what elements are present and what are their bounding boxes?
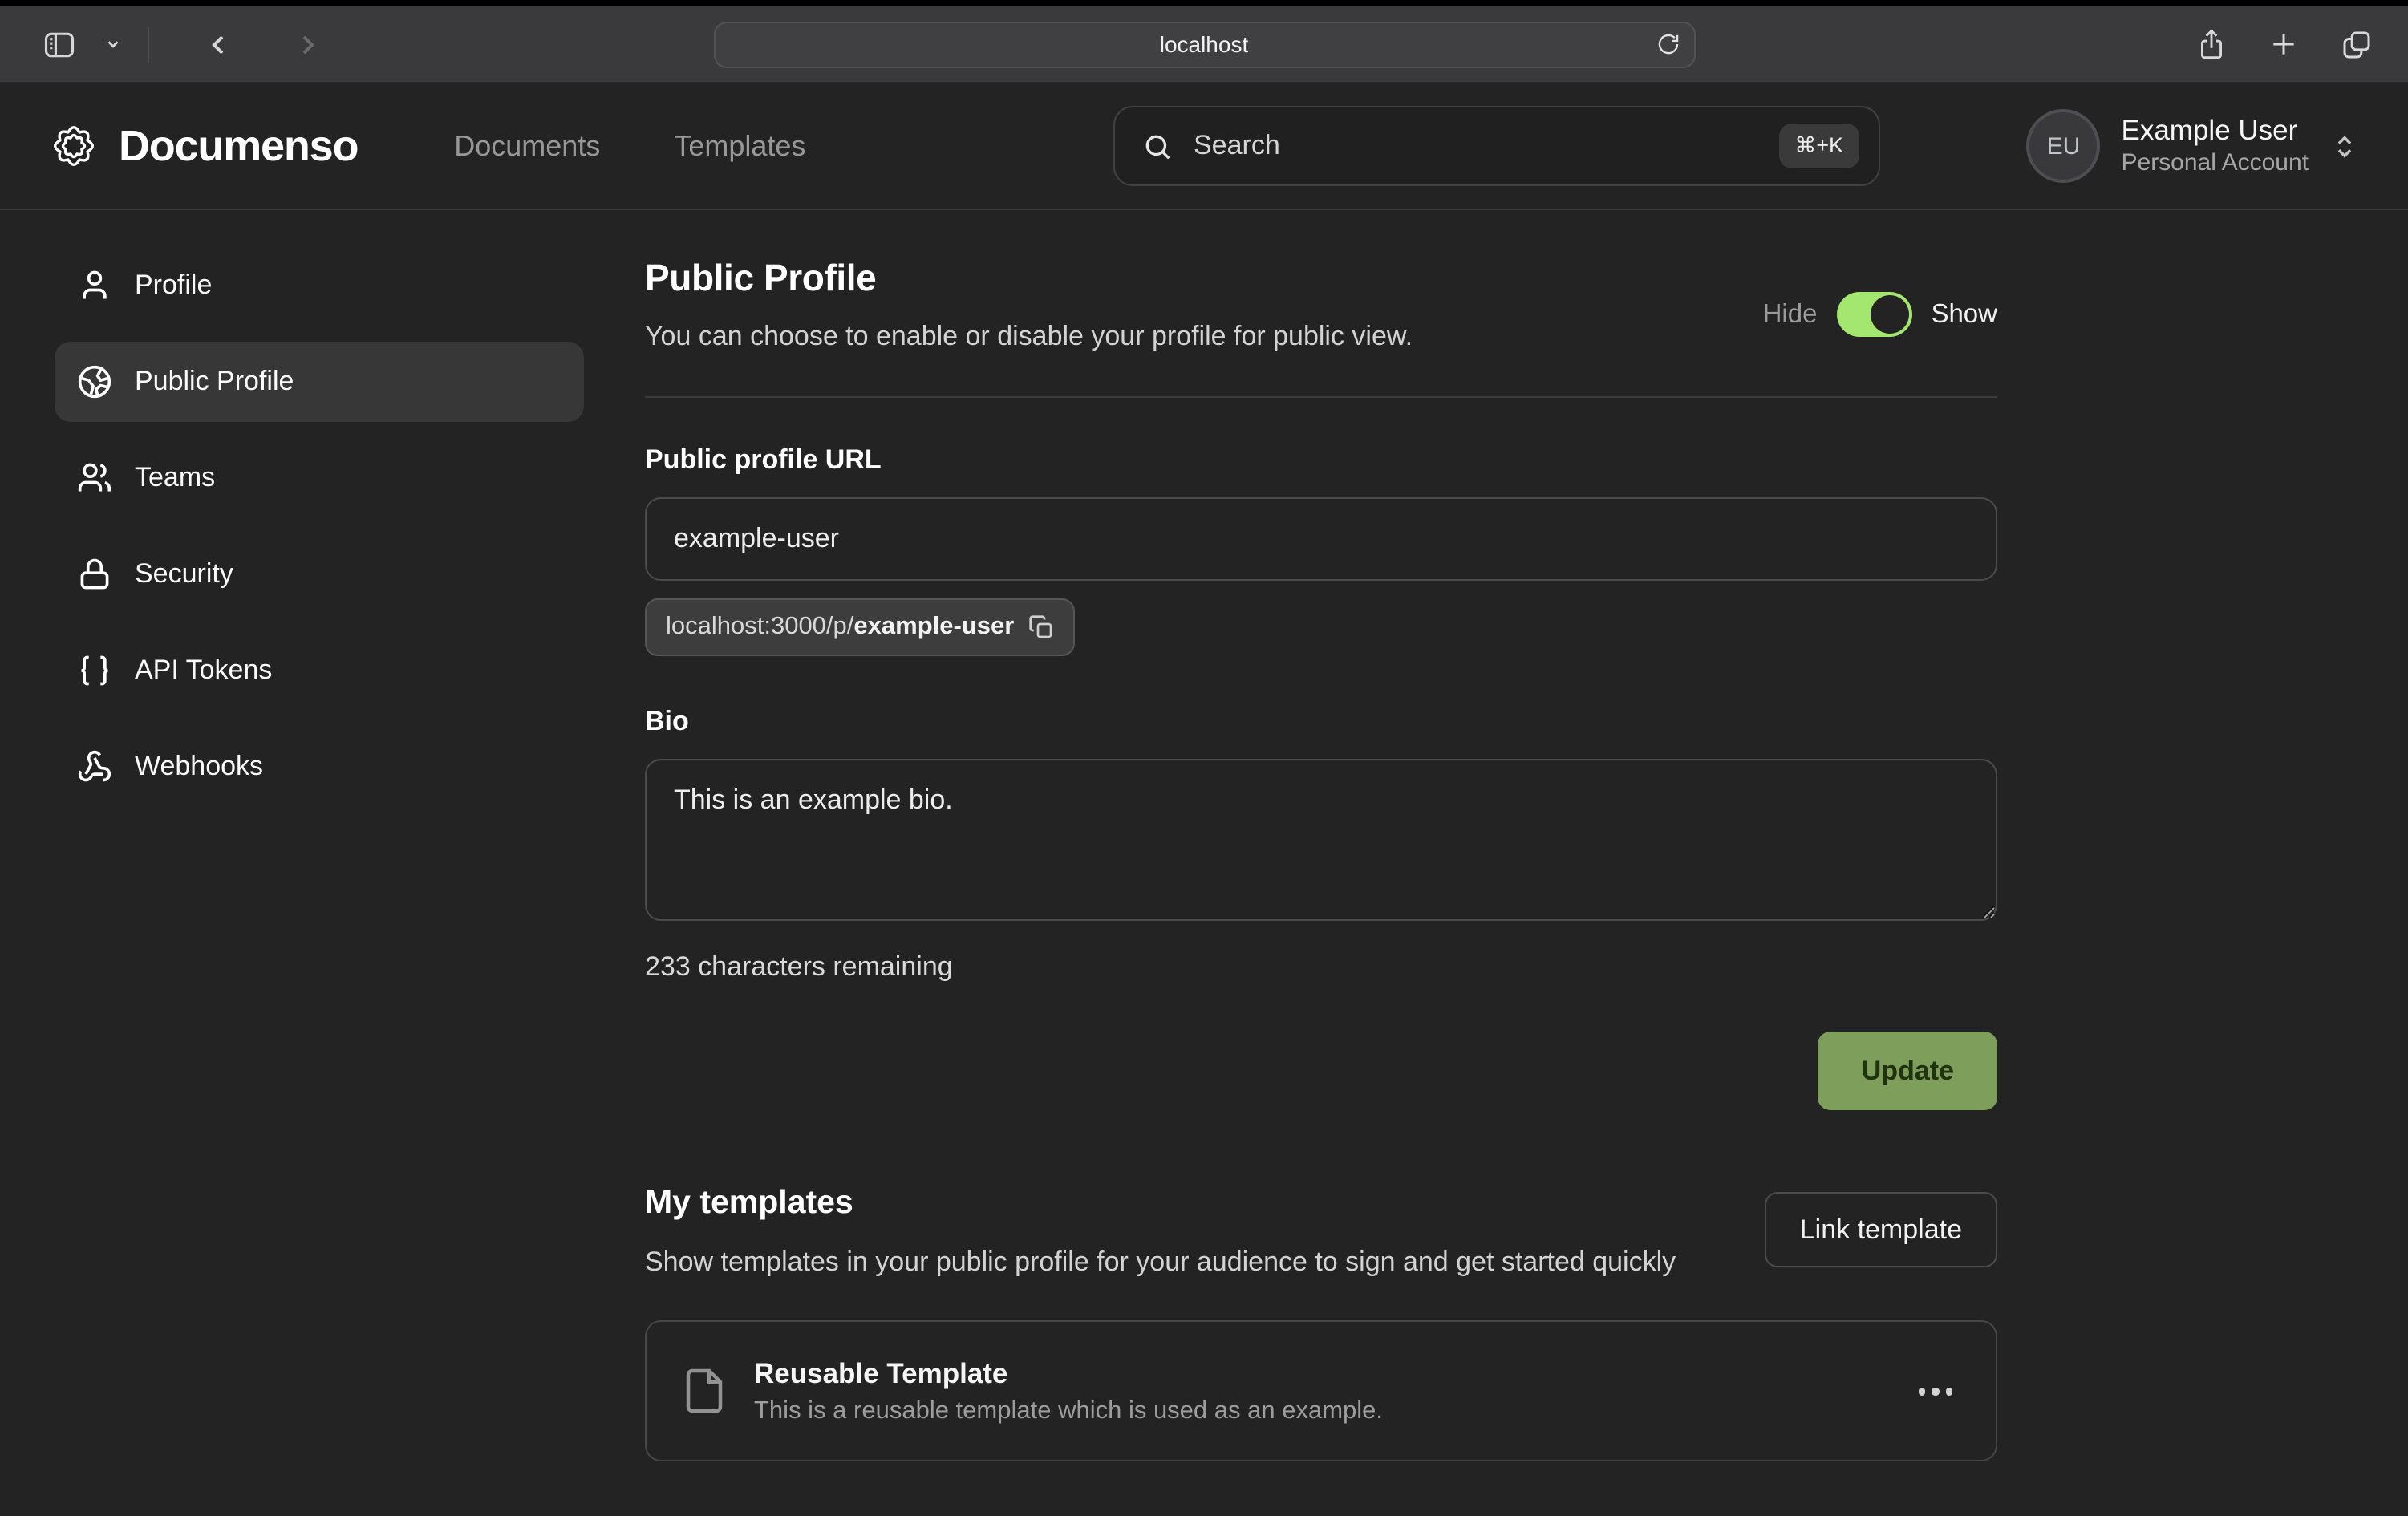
tab-overview-icon[interactable]: [2341, 28, 2373, 60]
address-url: localhost: [1160, 31, 1249, 57]
search-icon: [1142, 131, 1173, 161]
template-description: This is a reusable template which is use…: [754, 1397, 1383, 1426]
globe-icon: [77, 364, 112, 399]
users-icon: [77, 460, 112, 496]
sidebar-item-api-tokens[interactable]: API Tokens: [55, 630, 584, 711]
update-button[interactable]: Update: [1818, 1032, 1997, 1110]
account-menu[interactable]: EU Example User Personal Account: [2027, 109, 2359, 183]
forward-button[interactable]: [284, 20, 332, 68]
sidebar-item-public-profile[interactable]: Public Profile: [55, 342, 584, 422]
brand-name: Documenso: [119, 121, 358, 171]
toggle-knob: [1870, 295, 1908, 334]
file-icon: [680, 1368, 728, 1416]
visibility-toggle[interactable]: [1836, 292, 1911, 337]
top-nav: Documents Templates: [454, 129, 805, 163]
template-card: Reusable Template This is a reusable tem…: [645, 1321, 1997, 1462]
chevron-down-icon[interactable]: [99, 20, 125, 68]
sidebar-item-security[interactable]: Security: [55, 534, 584, 614]
avatar: EU: [2027, 109, 2101, 183]
window-top-edge: [0, 0, 2408, 6]
toggle-hide-label: Hide: [1763, 299, 1818, 330]
sidebar-item-teams[interactable]: Teams: [55, 438, 584, 518]
nav-templates[interactable]: Templates: [674, 129, 805, 163]
reload-icon[interactable]: [1656, 33, 1679, 55]
profile-url-preview[interactable]: localhost:3000/p/example-user: [645, 598, 1075, 656]
sidebar-item-webhooks[interactable]: Webhooks: [55, 727, 584, 807]
sidebar-item-label: Webhooks: [135, 751, 263, 783]
public-profile-settings: Public Profile You can choose to enable …: [645, 210, 1997, 1462]
user-name: Example User: [2122, 113, 2309, 148]
new-tab-icon[interactable]: [2268, 29, 2299, 59]
characters-remaining: 233 characters remaining: [645, 951, 1997, 983]
settings-sidebar: Profile Public Profile Teams Security AP…: [0, 210, 645, 823]
sidebar-item-label: Security: [135, 558, 233, 590]
sidebar-item-label: Teams: [135, 462, 215, 494]
braces-icon: [77, 653, 112, 688]
webhook-icon: [77, 749, 112, 784]
section-divider: [645, 396, 1997, 398]
sidebar-item-label: Profile: [135, 270, 212, 302]
bio-textarea[interactable]: This is an example bio.: [645, 759, 1997, 921]
lock-icon: [77, 557, 112, 592]
sidebar-item-label: Public Profile: [135, 366, 294, 398]
back-button[interactable]: [194, 20, 242, 68]
link-template-button[interactable]: Link template: [1765, 1192, 1997, 1267]
sidebar-toggle-icon[interactable]: [35, 20, 83, 68]
search-shortcut-badge: ⌘+K: [1778, 124, 1859, 168]
chevrons-up-down-icon: [2331, 132, 2358, 160]
address-bar[interactable]: localhost: [713, 21, 1695, 67]
app-header: Documenso Documents Templates ⌘+K EU Exa…: [0, 83, 2408, 210]
brand-logo[interactable]: Documenso: [50, 121, 358, 171]
template-title: Reusable Template: [754, 1357, 1383, 1391]
documenso-logo-icon: [50, 122, 98, 170]
sidebar-item-label: API Tokens: [135, 655, 272, 687]
nav-documents[interactable]: Documents: [454, 129, 600, 163]
search-box[interactable]: ⌘+K: [1113, 106, 1880, 186]
templates-section-title: My templates: [645, 1184, 1676, 1222]
copy-icon[interactable]: [1028, 614, 1054, 640]
template-options-menu[interactable]: [1908, 1378, 1962, 1405]
templates-section-description: Show templates in your public profile fo…: [645, 1242, 1676, 1284]
url-field-label: Public profile URL: [645, 444, 1997, 476]
url-preview-text: localhost:3000/p/example-user: [666, 613, 1014, 642]
sidebar-item-profile[interactable]: Profile: [55, 245, 584, 326]
toggle-show-label: Show: [1931, 299, 1997, 330]
search-input[interactable]: [1194, 130, 1778, 162]
user-icon: [77, 268, 112, 303]
toolbar-divider: [148, 26, 149, 62]
profile-url-input[interactable]: [645, 497, 1997, 581]
bio-field-label: Bio: [645, 706, 1997, 738]
window: localhost Documenso Do: [0, 0, 2408, 1516]
browser-toolbar: localhost: [0, 6, 2408, 83]
share-icon[interactable]: [2196, 27, 2227, 61]
account-type: Personal Account: [2122, 148, 2309, 179]
